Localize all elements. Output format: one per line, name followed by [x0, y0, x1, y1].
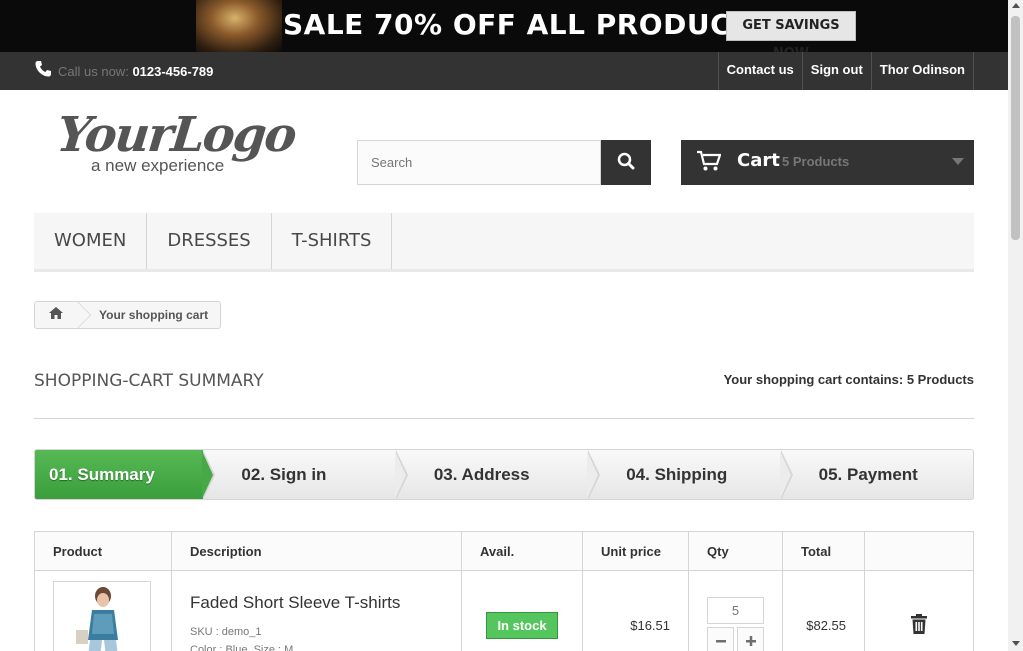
minus-icon — [715, 639, 726, 642]
quantity-stepper — [707, 627, 764, 651]
logo-tagline: a new experience — [91, 156, 225, 175]
scroll-down-icon[interactable] — [1012, 641, 1020, 646]
unit-price-cell: $16.51 — [582, 570, 689, 651]
call-us-text: Call us now: 0123-456-789 — [58, 64, 213, 79]
banner-model-image — [196, 0, 282, 52]
scroll-up-icon[interactable] — [1012, 3, 1020, 8]
product-image[interactable] — [53, 580, 151, 651]
availability-cell: In stock — [461, 570, 583, 651]
breadcrumb-separator — [77, 302, 93, 328]
promo-banner[interactable]: SALE 70% OFF ALL PRODUCTS GET SAVINGS NO… — [0, 0, 1008, 52]
menu-item-tshirts[interactable]: T-SHIRTS — [272, 213, 393, 269]
cart-summary-text: Your shopping cart contains: 5 Products — [724, 372, 974, 387]
search-form — [357, 140, 651, 185]
menu-item-dresses[interactable]: DRESSES — [147, 213, 272, 269]
scrollbar-thumb[interactable] — [1011, 16, 1020, 240]
cart-table: Product Description Avail. Unit price Qt… — [34, 531, 974, 651]
checkout-steps: 01. Summary 02. Sign in 03. Address 04. … — [34, 449, 974, 500]
line-total: $82.55 — [806, 618, 846, 633]
step-sign-in[interactable]: 02. Sign in — [203, 450, 408, 499]
breadcrumb-home[interactable] — [35, 302, 77, 328]
column-header-unit-price: Unit price — [582, 531, 689, 571]
trash-icon — [911, 614, 927, 634]
product-attributes[interactable]: Color : Blue, Size : M — [190, 641, 443, 651]
search-button[interactable] — [601, 140, 651, 185]
sign-out-link[interactable]: Sign out — [801, 52, 871, 90]
step-arrow-inner — [394, 451, 406, 499]
breadcrumb: Your shopping cart — [34, 301, 222, 329]
phone-icon — [34, 60, 52, 78]
delete-cell — [864, 570, 974, 651]
breadcrumb-current: Your shopping cart — [99, 308, 209, 322]
step-payment[interactable]: 05. Payment — [781, 450, 973, 499]
cart-dropdown[interactable]: Cart 5 Products — [681, 140, 974, 185]
step-label: 02. Sign in — [241, 465, 327, 484]
home-icon — [48, 306, 64, 325]
column-header-product: Product — [34, 531, 172, 571]
step-arrow-inner — [779, 451, 791, 499]
phone-number: 0123-456-789 — [132, 64, 214, 79]
chevron-down-icon — [952, 158, 964, 165]
total-cell: $82.55 — [782, 570, 865, 651]
call-us-label: Call us now: — [58, 64, 129, 79]
cart-count: 5 Products — [782, 154, 850, 169]
main-menu: WOMEN DRESSES T-SHIRTS — [34, 213, 974, 272]
product-image-cell — [34, 570, 172, 651]
step-label: 03. Address — [433, 465, 530, 484]
get-savings-button[interactable]: GET SAVINGS NOW — [726, 11, 856, 52]
product-sku: SKU : demo_1 — [190, 625, 262, 638]
account-links: Contact us Sign out Thor Odinson — [717, 52, 974, 90]
header: YourLogo a new experience Cart 5 Product… — [0, 90, 1008, 213]
step-shipping[interactable]: 04. Shipping — [588, 450, 793, 499]
step-summary[interactable]: 01. Summary — [35, 450, 216, 499]
search-icon — [617, 152, 635, 173]
step-label: 05. Payment — [818, 465, 918, 484]
step-label: 01. Summary — [49, 465, 155, 484]
menu-item-women[interactable]: WOMEN — [34, 213, 148, 269]
cart-label: Cart — [737, 150, 780, 171]
banner-headline: SALE 70% OFF ALL PRODUCTS — [283, 8, 772, 41]
cart-icon — [697, 150, 722, 177]
divider — [34, 418, 974, 419]
product-name-link[interactable]: Faded Short Sleeve T-shirts — [190, 593, 443, 613]
table-header-row: Product Description Avail. Unit price Qt… — [34, 531, 974, 571]
quantity-input[interactable]: 5 — [707, 597, 764, 624]
column-header-delete — [864, 531, 974, 571]
contact-us-link[interactable]: Contact us — [717, 52, 802, 90]
page-scrollbar[interactable] — [1008, 0, 1023, 651]
top-nav: Call us now: 0123-456-789 Contact us Sig… — [0, 52, 1008, 90]
column-header-total: Total — [782, 531, 865, 571]
site-logo[interactable]: YourLogo a new experience — [54, 107, 298, 182]
account-name-link[interactable]: Thor Odinson — [870, 52, 974, 90]
column-header-availability: Avail. — [461, 531, 583, 571]
delete-button[interactable] — [910, 614, 928, 637]
quantity-decrease-button[interactable] — [707, 627, 734, 651]
in-stock-badge: In stock — [486, 612, 558, 639]
quantity-increase-button[interactable] — [737, 627, 764, 651]
qty-cell: 5 — [688, 570, 783, 651]
table-row: Faded Short Sleeve T-shirts SKU : demo_1… — [34, 570, 974, 651]
search-input[interactable] — [357, 140, 601, 185]
step-arrow-inner — [587, 451, 599, 499]
cart-summary-prefix: Your shopping cart contains: — [723, 372, 904, 387]
column-header-qty: Qty — [688, 531, 783, 571]
plus-icon — [745, 635, 756, 646]
step-arrow-inner — [202, 451, 214, 499]
column-header-description: Description — [171, 531, 462, 571]
step-label: 04. Shipping — [626, 465, 728, 484]
logo-main-text: YourLogo — [54, 107, 298, 163]
unit-price: $16.51 — [630, 618, 670, 633]
step-address[interactable]: 03. Address — [396, 450, 601, 499]
product-description-cell: Faded Short Sleeve T-shirts SKU : demo_1… — [171, 570, 462, 651]
page: SALE 70% OFF ALL PRODUCTS GET SAVINGS NO… — [0, 0, 1008, 651]
cart-summary-count: 5 Products — [906, 372, 974, 387]
page-title: SHOPPING-CART SUMMARY — [34, 371, 264, 391]
